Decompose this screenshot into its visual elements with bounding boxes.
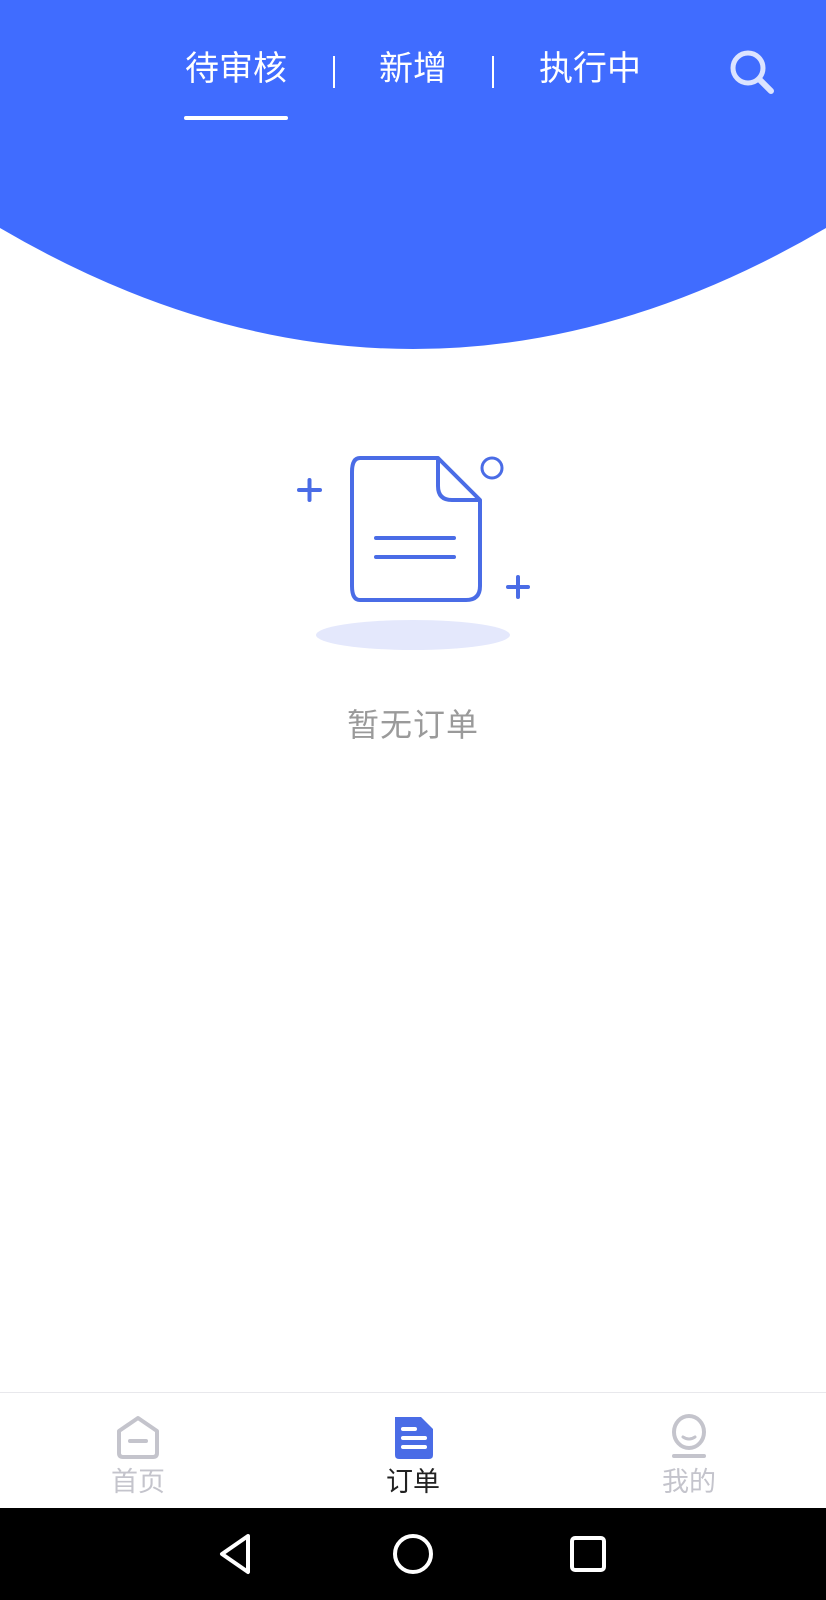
nav-label-profile: 我的 [662, 1467, 716, 1498]
home-circle-icon [393, 1534, 433, 1574]
orders-icon [395, 1417, 433, 1459]
status-tabs: 待审核 新增 执行中 [0, 0, 826, 130]
bottom-navigation: 首页 订单 我的 [0, 1392, 826, 1509]
recent-apps-icon [570, 1536, 606, 1572]
system-back-button[interactable] [212, 1530, 260, 1578]
search-icon [730, 50, 774, 94]
empty-state-message: 暂无订单 [346, 706, 479, 744]
nav-label-home: 首页 [111, 1467, 165, 1498]
orders-page: 待审核 新增 执行中 暂无订单 首页 订单 我的 [0, 0, 826, 1600]
search-button[interactable] [726, 46, 778, 98]
system-home-button[interactable] [389, 1530, 437, 1578]
tab-in-progress[interactable]: 执行中 [538, 44, 642, 94]
active-tab-indicator [184, 116, 288, 120]
back-icon [220, 1534, 250, 1574]
system-recents-button[interactable] [564, 1530, 612, 1578]
tab-divider [333, 56, 335, 88]
tab-divider [492, 56, 494, 88]
nav-label-orders: 订单 [386, 1467, 440, 1498]
nav-item-home[interactable]: 首页 [58, 1393, 218, 1509]
system-navigation-bar [0, 1508, 826, 1600]
nav-item-profile[interactable]: 我的 [609, 1393, 769, 1509]
tab-new[interactable]: 新增 [378, 44, 448, 94]
tab-pending-review[interactable]: 待审核 [184, 44, 288, 94]
nav-item-orders[interactable]: 订单 [333, 1393, 493, 1509]
document-icon [297, 456, 530, 650]
profile-icon [672, 1414, 706, 1458]
home-icon [117, 1416, 159, 1459]
